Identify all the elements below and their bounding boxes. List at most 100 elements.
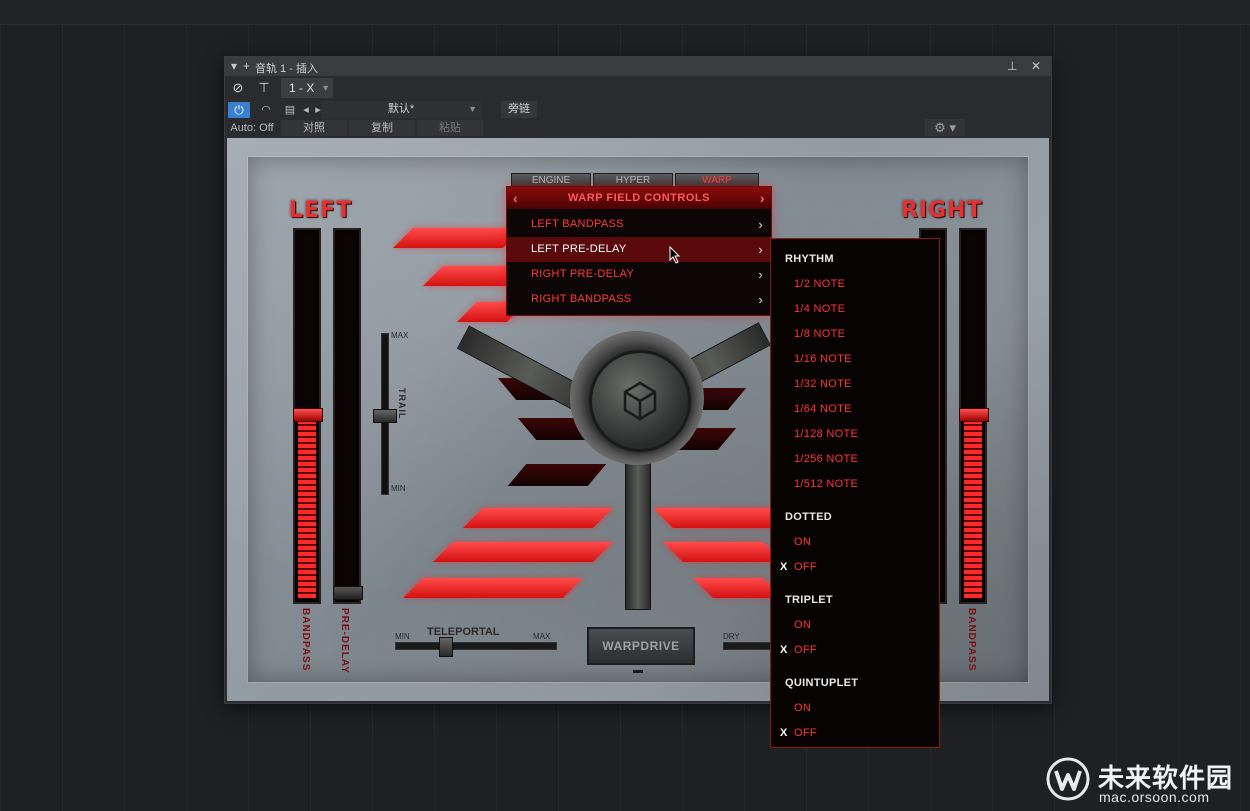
meter-fill (298, 420, 316, 598)
trail-label: TRAIL (397, 388, 407, 420)
submenu-item-triplet-on[interactable]: ON (794, 619, 811, 631)
submenu-item-quintuplet-on[interactable]: ON (794, 702, 811, 714)
submenu-header-dotted: DOTTED (785, 511, 833, 523)
decor-stripe (433, 542, 613, 562)
teleportal-slider-handle[interactable] (439, 637, 453, 657)
submenu-item-1-32-note[interactable]: 1/32 NOTE (794, 378, 852, 390)
left-predelay-label: PRE-DELAY (339, 608, 350, 674)
chevron-right-icon: › (758, 292, 763, 307)
warp-field-menu-header[interactable]: ‹ WARP FIELD CONTROLS › (507, 187, 771, 209)
right-bandpass-handle[interactable] (959, 408, 989, 422)
prev-icon[interactable]: ◂ (301, 102, 311, 118)
menu-item-label: RIGHT PRE-DELAY (531, 268, 635, 280)
decor-stripe (403, 578, 583, 598)
submenu-item-dotted-off[interactable]: OFF (794, 561, 817, 573)
toolbar-row-routing: ⊘ ⊤ 1 - X ▼ (225, 76, 1051, 100)
submenu-item-1-512-note[interactable]: 1/512 NOTE (794, 478, 858, 490)
left-title: LEFT (289, 198, 353, 223)
submenu-item-1-64-note[interactable]: 1/64 NOTE (794, 403, 852, 415)
teleportal-max-label: MAX (533, 632, 551, 641)
submenu-header-quintuplet: QUINTUPLET (785, 677, 859, 689)
watermark-logo (1046, 757, 1090, 801)
automation-icon[interactable]: ◠ (255, 102, 277, 118)
submenu-item-1-256-note[interactable]: 1/256 NOTE (794, 453, 858, 465)
tab-label: 1 - X (289, 81, 315, 95)
teleportal-slider-track[interactable] (395, 642, 557, 650)
left-bandpass-meter[interactable] (293, 228, 323, 604)
gear-icon[interactable]: ⚙ ▾ (925, 119, 965, 136)
chevron-right-icon: › (758, 242, 763, 257)
dry-label: DRY (723, 632, 740, 641)
cube-logo-icon (623, 381, 657, 421)
add-icon[interactable]: + (243, 59, 250, 73)
left-bandpass-label: BANDPASS (300, 608, 311, 672)
submenu-item-1-2-note[interactable]: 1/2 NOTE (794, 278, 845, 290)
menu-item-label: LEFT BANDPASS (531, 218, 624, 230)
submenu-item-1-8-note[interactable]: 1/8 NOTE (794, 328, 845, 340)
submenu-item-dotted-on[interactable]: ON (794, 536, 811, 548)
paste-button[interactable]: 粘贴 (417, 120, 483, 136)
window-titlebar[interactable]: ▾ + 音轨 1 - 插入 ⊥ ✕ (225, 57, 1051, 76)
menu-item-left-bandpass[interactable]: LEFT BANDPASS › (507, 212, 771, 237)
mouse-cursor-icon (669, 246, 681, 264)
meter-fill (964, 420, 982, 598)
menu-item-right-bandpass[interactable]: RIGHT BANDPASS › (507, 287, 771, 312)
left-bandpass-handle[interactable] (293, 408, 323, 422)
submenu-item-1-128-note[interactable]: 1/128 NOTE (794, 428, 858, 440)
submenu-item-quintuplet-off[interactable]: OFF (794, 727, 817, 739)
preset-file-icon[interactable]: ▤ (283, 102, 297, 118)
menu-item-label: LEFT PRE-DELAY (531, 243, 627, 255)
tab-insert-1[interactable]: 1 - X ▼ (281, 78, 333, 98)
warpdrive-button[interactable]: WARPDRIVE (587, 627, 695, 665)
copy-button[interactable]: 复制 (349, 120, 415, 136)
sidechain-button[interactable]: 旁链 (501, 101, 537, 118)
warp-field-menu-title: WARP FIELD CONTROLS (568, 192, 710, 204)
submenu-header-triplet: TRIPLET (785, 594, 833, 606)
window-title: 音轨 1 - 插入 (255, 63, 318, 75)
collapse-arrow-icon[interactable]: ▾ (231, 59, 237, 73)
toolbar-row-preset: ⏻ ◠ ▤ ◂ ▸ 默认* ▼ 旁链 (225, 100, 1051, 119)
left-predelay-handle[interactable] (333, 586, 363, 600)
watermark-url: mac.orsoon.com (1099, 789, 1210, 805)
right-title: RIGHT (901, 198, 983, 223)
menu-item-left-predelay[interactable]: LEFT PRE-DELAY › (507, 237, 771, 262)
submenu-item-1-16-note[interactable]: 1/16 NOTE (794, 353, 852, 365)
check-mark-icon: X (780, 561, 788, 573)
teleportal-min-label: MIN (395, 632, 410, 641)
daw-top-strip (0, 0, 1250, 25)
chevron-down-icon: ▼ (321, 83, 330, 93)
warp-field-menu: ‹ WARP FIELD CONTROLS › LEFT BANDPASS › … (506, 186, 772, 316)
auto-status[interactable]: Auto: Off (227, 120, 277, 136)
preset-name: 默认* (387, 103, 415, 115)
pin-icon[interactable]: ⊥ (1007, 59, 1017, 73)
chevron-right-icon[interactable]: › (760, 187, 765, 209)
check-mark-icon: X (780, 644, 788, 656)
network-icon[interactable]: ⊤ (253, 78, 275, 98)
trail-slider-handle[interactable] (373, 409, 397, 423)
submenu-item-triplet-off[interactable]: OFF (794, 644, 817, 656)
trail-max-label: MAX (391, 331, 409, 340)
close-icon[interactable]: ✕ (1031, 59, 1041, 73)
check-mark-icon: X (780, 727, 788, 739)
chevron-left-icon[interactable]: ‹ (513, 187, 518, 209)
routing-icon[interactable]: ⊘ (227, 78, 249, 98)
chevron-right-icon: › (758, 267, 763, 282)
power-icon[interactable]: ⏻ (228, 102, 250, 118)
toolbar-row-edit: Auto: Off 对照 复制 粘贴 ⚙ ▾ (225, 119, 1051, 136)
preset-dropdown[interactable]: 默认* ▼ (321, 101, 481, 118)
teleportal-label: TELEPORTAL (427, 626, 500, 638)
rhythm-submenu: RHYTHM 1/2 NOTE 1/4 NOTE 1/8 NOTE 1/16 N… (770, 238, 940, 748)
dry-slider-track[interactable] (723, 642, 775, 650)
hub-center[interactable] (589, 350, 691, 452)
decor-stripe (663, 542, 783, 562)
compare-button[interactable]: 对照 (281, 120, 347, 136)
menu-item-right-predelay[interactable]: RIGHT PRE-DELAY › (507, 262, 771, 287)
decor-stripe (463, 508, 613, 528)
chevron-right-icon: › (758, 217, 763, 232)
trail-min-label: MIN (391, 484, 406, 493)
submenu-item-1-4-note[interactable]: 1/4 NOTE (794, 303, 845, 315)
menu-item-label: RIGHT BANDPASS (531, 293, 632, 305)
right-bandpass-meter[interactable] (959, 228, 989, 604)
submenu-header-rhythm: RHYTHM (785, 253, 834, 265)
left-predelay-meter[interactable] (333, 228, 363, 604)
